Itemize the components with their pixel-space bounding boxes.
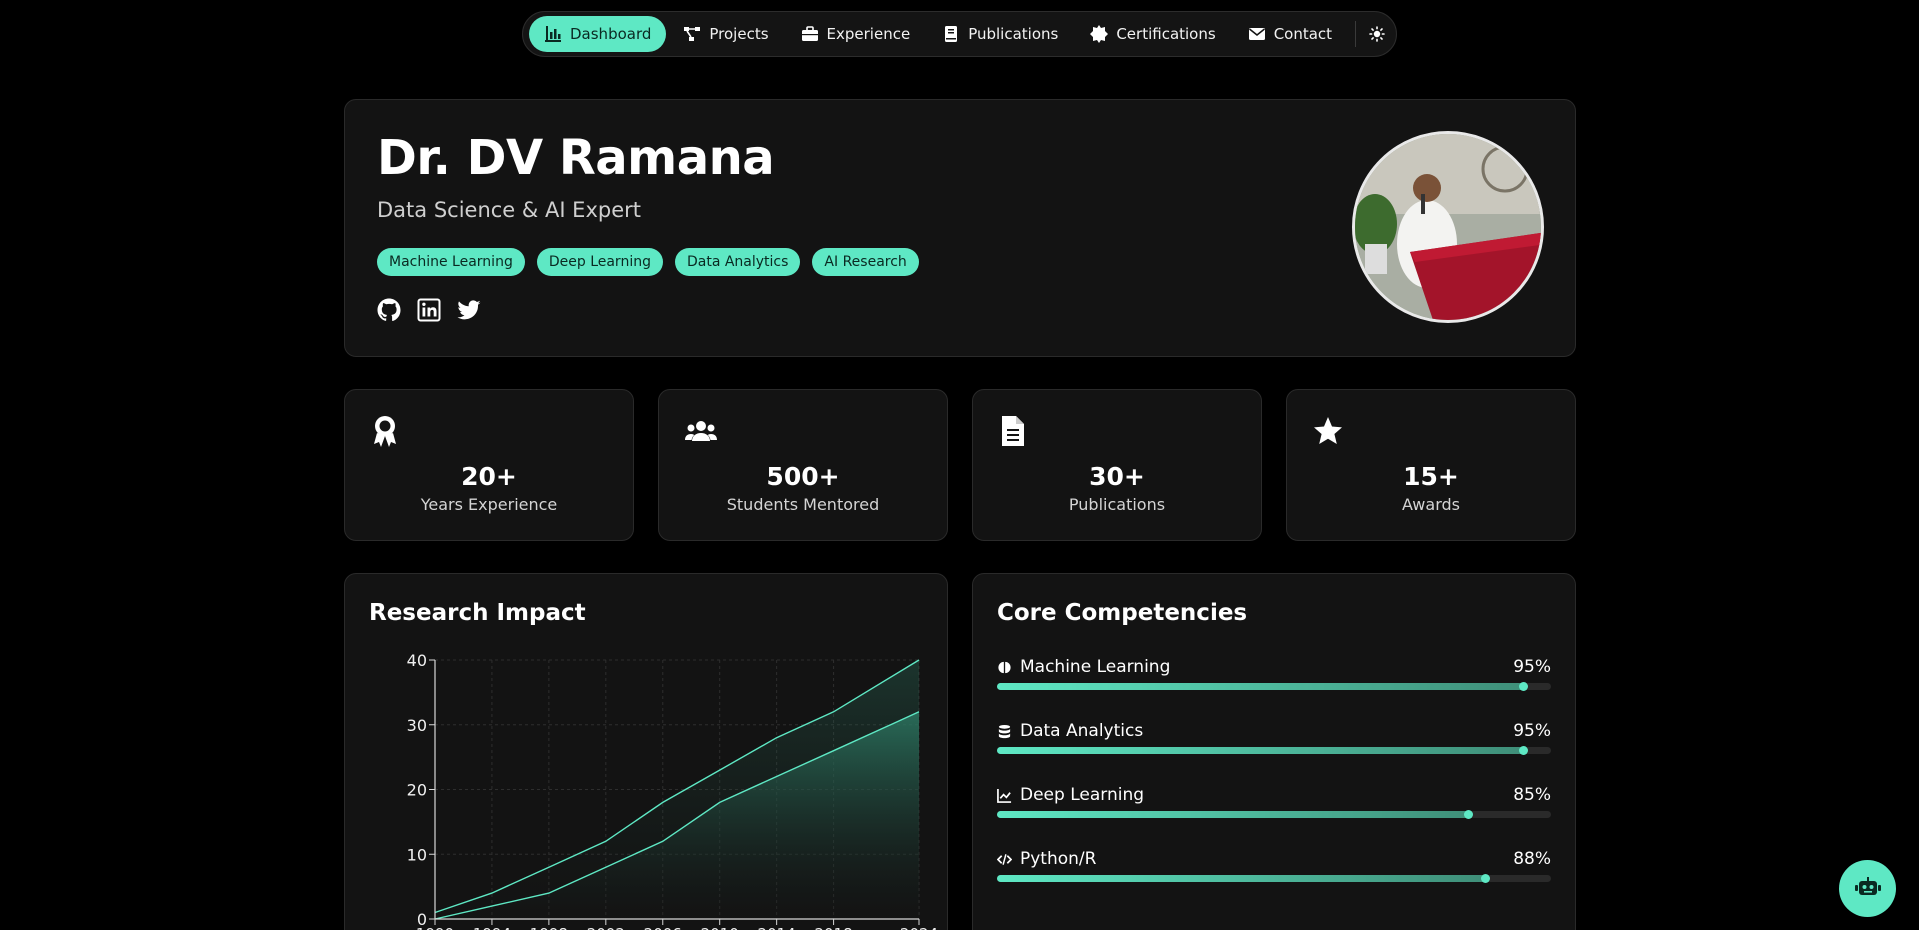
chart-line-icon bbox=[997, 788, 1012, 803]
database-icon bbox=[998, 724, 1011, 738]
research-impact-chart: 0102030401990199419982002200620102014201… bbox=[407, 651, 938, 930]
y-tick-label: 10 bbox=[407, 845, 427, 864]
tag-ai-research: AI Research bbox=[812, 248, 919, 276]
x-tick-label: 1998 bbox=[530, 925, 568, 930]
stat-label: Years Experience bbox=[420, 495, 558, 514]
stat-label: Students Mentored bbox=[726, 495, 880, 514]
users-icon bbox=[685, 421, 717, 441]
nav-item-publications[interactable]: Publications bbox=[927, 16, 1073, 52]
sun-icon bbox=[1369, 26, 1385, 42]
x-tick-label: 2018 bbox=[814, 925, 852, 930]
nav-item-label: Certifications bbox=[1116, 25, 1216, 43]
x-tick-label: 2002 bbox=[587, 925, 625, 930]
nav-divider bbox=[1355, 21, 1356, 47]
briefcase-icon bbox=[801, 26, 818, 41]
skill-deep-learning: Deep Learning 85% bbox=[997, 785, 1551, 825]
chatbot-button[interactable] bbox=[1839, 860, 1896, 917]
skill-name: Python/R bbox=[1020, 849, 1097, 869]
skill-percent: 88% bbox=[1513, 849, 1551, 869]
stat-label: Publications bbox=[1068, 495, 1166, 514]
tag-data-analytics: Data Analytics bbox=[674, 248, 801, 276]
envelope-icon bbox=[1248, 28, 1265, 40]
nav-item-label: Dashboard bbox=[570, 25, 652, 43]
nav-item-certifications[interactable]: Certifications bbox=[1075, 16, 1230, 52]
skill-name: Deep Learning bbox=[1020, 785, 1145, 805]
nav-item-label: Projects bbox=[709, 25, 769, 43]
profile-title: Data Science & AI Expert bbox=[377, 198, 641, 222]
skill-progress-bar bbox=[997, 746, 1551, 755]
stat-value: 500+ bbox=[766, 462, 840, 491]
file-icon bbox=[1002, 416, 1024, 446]
theme-toggle-button[interactable] bbox=[1364, 19, 1390, 49]
robot-icon bbox=[1854, 876, 1881, 895]
research-impact-card: Research Impact 010203040199019941998200… bbox=[344, 573, 948, 930]
project-diagram-icon bbox=[684, 27, 701, 41]
nav-item-contact[interactable]: Contact bbox=[1233, 16, 1347, 52]
profile-hero-card: Dr. DV Ramana Data Science & AI Expert M… bbox=[344, 99, 1576, 357]
skill-progress-bar bbox=[997, 810, 1551, 819]
nav-item-label: Experience bbox=[826, 25, 911, 43]
x-tick-label: 2010 bbox=[701, 925, 739, 930]
linkedin-icon[interactable] bbox=[417, 298, 441, 322]
y-tick-label: 40 bbox=[407, 651, 427, 670]
skill-data-analytics: Data Analytics 95% bbox=[997, 721, 1551, 761]
star-icon bbox=[1314, 417, 1342, 444]
stat-card-students: 500+ Students Mentored bbox=[658, 389, 948, 541]
skill-python-r: Python/R 88% bbox=[997, 849, 1551, 889]
stat-card-experience: 20+ Years Experience bbox=[344, 389, 634, 541]
y-tick-label: 20 bbox=[407, 781, 427, 800]
expertise-tags: Machine Learning Deep Learning Data Anal… bbox=[377, 248, 919, 276]
skill-percent: 95% bbox=[1513, 657, 1551, 677]
skill-progress-bar bbox=[997, 874, 1551, 883]
tag-machine-learning: Machine Learning bbox=[377, 248, 525, 276]
skill-percent: 85% bbox=[1513, 785, 1551, 805]
profile-photo bbox=[1352, 131, 1544, 323]
nav-item-experience[interactable]: Experience bbox=[786, 16, 926, 52]
stat-value: 30+ bbox=[1089, 462, 1145, 491]
profile-name: Dr. DV Ramana bbox=[377, 130, 775, 186]
stat-card-awards: 15+ Awards bbox=[1286, 389, 1576, 541]
top-navigation: Dashboard Projects Experience Publicatio… bbox=[522, 11, 1397, 57]
stat-label: Awards bbox=[1402, 495, 1460, 514]
x-tick-label: 2014 bbox=[758, 925, 796, 930]
x-tick-label: 2006 bbox=[644, 925, 682, 930]
chart-bar-icon bbox=[545, 26, 561, 42]
skill-name: Data Analytics bbox=[1020, 721, 1144, 741]
x-tick-label: 1990 bbox=[416, 925, 454, 930]
book-icon bbox=[945, 26, 958, 42]
x-tick-label: 1994 bbox=[473, 925, 511, 930]
core-competencies-title: Core Competencies bbox=[997, 600, 1248, 626]
x-tick-label: 2024 bbox=[900, 925, 938, 930]
y-tick-label: 30 bbox=[407, 716, 427, 735]
nav-item-label: Publications bbox=[968, 25, 1059, 43]
twitter-icon[interactable] bbox=[457, 298, 481, 322]
skill-progress-bar bbox=[997, 682, 1551, 691]
award-icon bbox=[374, 416, 396, 447]
stat-card-publications: 30+ Publications bbox=[972, 389, 1262, 541]
github-icon[interactable] bbox=[377, 298, 401, 322]
stat-value: 15+ bbox=[1403, 462, 1459, 491]
certificate-icon bbox=[1090, 25, 1109, 43]
nav-item-dashboard[interactable]: Dashboard bbox=[529, 16, 667, 52]
skill-percent: 95% bbox=[1513, 721, 1551, 741]
code-icon bbox=[997, 853, 1012, 865]
core-competencies-card: Core Competencies Machine Learning 95% D… bbox=[972, 573, 1576, 930]
stat-value: 20+ bbox=[461, 462, 517, 491]
nav-item-projects[interactable]: Projects bbox=[668, 16, 783, 52]
skill-machine-learning: Machine Learning 95% bbox=[997, 657, 1551, 697]
nav-item-label: Contact bbox=[1273, 25, 1333, 43]
skill-name: Machine Learning bbox=[1020, 657, 1171, 677]
social-links bbox=[377, 298, 481, 322]
tag-deep-learning: Deep Learning bbox=[536, 248, 663, 276]
brain-icon bbox=[998, 661, 1011, 673]
